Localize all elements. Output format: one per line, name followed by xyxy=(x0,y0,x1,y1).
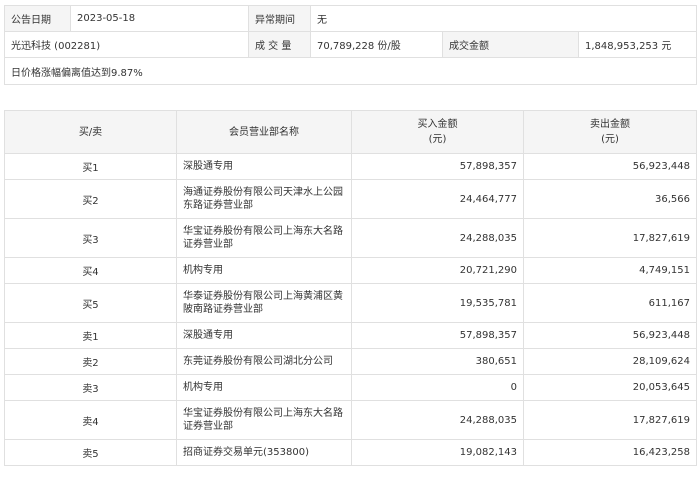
row-side: 买3 xyxy=(4,218,177,258)
row-sell-amount: 56,923,448 xyxy=(523,153,697,180)
row-buy-amount: 24,288,035 xyxy=(351,400,524,440)
row-branch: 招商证券交易单元(353800) xyxy=(176,439,352,466)
row-buy-amount: 19,535,781 xyxy=(351,283,524,323)
header-buy-unit: (元) xyxy=(428,134,447,145)
stock-info-table: 公告日期 2023-05-18 异常期间 无 光迅科技 (002281) 成 交… xyxy=(3,5,698,85)
header-buy-label: 买入金额 xyxy=(417,119,458,130)
reason-text: 日价格涨幅偏离值达到9.87% xyxy=(3,57,698,85)
row-branch: 深股通专用 xyxy=(176,322,352,349)
info-row-reason: 日价格涨幅偏离值达到9.87% xyxy=(3,57,698,85)
table-row: 卖2 东莞证券股份有限公司湖北分公司 380,651 28,109,624 xyxy=(4,348,697,375)
table-row: 卖1 深股通专用 57,898,357 56,923,448 xyxy=(4,322,697,349)
row-buy-amount: 19,082,143 xyxy=(351,439,524,466)
period-value: 无 xyxy=(309,5,698,32)
row-branch: 华宝证券股份有限公司上海东大名路证券营业部 xyxy=(176,218,352,258)
row-branch: 深股通专用 xyxy=(176,153,352,180)
row-branch: 华泰证券股份有限公司上海黄浦区黄陂南路证券营业部 xyxy=(176,283,352,323)
table-header-row: 买/卖 会员营业部名称 买入金额 (元) 卖出金额 (元) xyxy=(4,110,697,154)
row-buy-amount: 24,288,035 xyxy=(351,218,524,258)
period-label: 异常期间 xyxy=(248,5,311,32)
row-side: 卖2 xyxy=(4,348,177,375)
row-branch: 机构专用 xyxy=(176,257,352,284)
row-buy-amount: 24,464,777 xyxy=(351,179,524,219)
date-value: 2023-05-18 xyxy=(70,5,249,32)
row-branch: 机构专用 xyxy=(176,374,352,401)
table-row: 买1 深股通专用 57,898,357 56,923,448 xyxy=(4,153,697,180)
row-side: 卖1 xyxy=(4,322,177,349)
table-row: 卖3 机构专用 0 20,053,645 xyxy=(4,374,697,401)
row-sell-amount: 28,109,624 xyxy=(523,348,697,375)
table-row: 卖4 华宝证券股份有限公司上海东大名路证券营业部 24,288,035 17,827,… xyxy=(4,400,697,440)
row-side: 买1 xyxy=(4,153,177,180)
row-sell-amount: 4,749,151 xyxy=(523,257,697,284)
trading-seats-table: 买/卖 会员营业部名称 买入金额 (元) 卖出金额 (元) 买1 深股通专用 57,89… xyxy=(4,110,697,466)
row-buy-amount: 20,721,290 xyxy=(351,257,524,284)
row-sell-amount: 17,827,619 xyxy=(523,218,697,258)
header-sell: 卖出金额 (元) xyxy=(523,110,697,154)
row-buy-amount: 0 xyxy=(351,374,524,401)
table-row: 买3 华宝证券股份有限公司上海东大名路证券营业部 24,288,035 17,827,… xyxy=(4,218,697,258)
table-body: 买1 深股通专用 57,898,357 56,923,448 买2 海通证券股份有限公司天… xyxy=(4,153,697,466)
table-row: 买2 海通证券股份有限公司天津水上公园东路证券营业部 24,464,777 36,56… xyxy=(4,179,697,219)
amount-label: 成交金额 xyxy=(442,31,579,58)
row-branch: 东莞证券股份有限公司湖北分公司 xyxy=(176,348,352,375)
row-side: 卖3 xyxy=(4,374,177,401)
volume-label: 成 交 量 xyxy=(248,31,311,58)
table-row: 卖5 招商证券交易单元(353800) 19,082,143 16,423,258 xyxy=(4,439,697,466)
row-sell-amount: 611,167 xyxy=(523,283,697,323)
header-sell-unit: (元) xyxy=(601,134,619,145)
row-buy-amount: 57,898,357 xyxy=(351,153,524,180)
row-buy-amount: 380,651 xyxy=(351,348,524,375)
row-side: 卖5 xyxy=(4,439,177,466)
row-side: 买2 xyxy=(4,179,177,219)
header-sell-label: 卖出金额 xyxy=(590,119,630,130)
header-side: 买/卖 xyxy=(4,110,177,154)
row-side: 买5 xyxy=(4,283,177,323)
date-label: 公告日期 xyxy=(4,5,71,32)
info-row-date: 公告日期 2023-05-18 异常期间 无 xyxy=(4,5,698,32)
row-side: 买4 xyxy=(4,257,177,284)
row-sell-amount: 16,423,258 xyxy=(523,439,697,466)
row-side: 卖4 xyxy=(4,400,177,440)
row-branch: 华宝证券股份有限公司上海东大名路证券营业部 xyxy=(176,400,352,440)
header-buy: 买入金额 (元) xyxy=(351,110,524,154)
row-buy-amount: 57,898,357 xyxy=(351,322,524,349)
row-sell-amount: 20,053,645 xyxy=(523,374,697,401)
table-row: 买5 华泰证券股份有限公司上海黄浦区黄陂南路证券营业部 19,535,781 611,… xyxy=(4,283,697,323)
header-branch: 会员营业部名称 xyxy=(176,110,352,154)
volume-value: 70,789,228 份/股 xyxy=(310,31,443,58)
row-branch: 海通证券股份有限公司天津水上公园东路证券营业部 xyxy=(176,179,352,219)
info-row-volume: 光迅科技 (002281) 成 交 量 70,789,228 份/股 成交金额 … xyxy=(4,31,698,58)
table-row: 买4 机构专用 20,721,290 4,749,151 xyxy=(4,257,697,284)
row-sell-amount: 56,923,448 xyxy=(523,322,697,349)
row-sell-amount: 36,566 xyxy=(523,179,697,219)
amount-value: 1,848,953,253 元 xyxy=(577,31,698,58)
stock-name: 光迅科技 (002281) xyxy=(4,31,249,58)
row-sell-amount: 17,827,619 xyxy=(523,400,697,440)
